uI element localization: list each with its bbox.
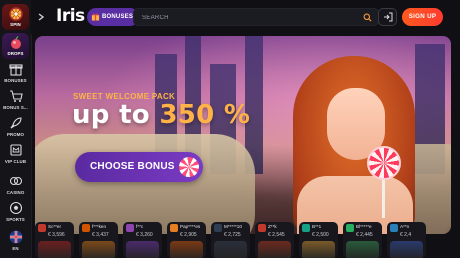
game-image bbox=[214, 241, 247, 258]
game-image bbox=[302, 241, 335, 258]
sidebar-item-label: BONUS S... bbox=[3, 105, 28, 110]
welcome-banner[interactable]: SWEET WELCOME PACK up to 350 % CHOOSE BO… bbox=[35, 36, 451, 234]
recent-winners: Sc**er € 3,596 f***ken € 3,437 f**c € 3,260 Pa… bbox=[35, 222, 460, 258]
game-image bbox=[170, 241, 203, 258]
winner-name: A**n bbox=[400, 224, 410, 229]
game-thumbnail-icon bbox=[302, 224, 310, 232]
winner-card[interactable]: Z**k € 2,545 bbox=[255, 222, 294, 258]
winner-name: Pap****es bbox=[180, 224, 201, 229]
game-image bbox=[258, 241, 291, 258]
choose-bonus-label: CHOOSE BONUS bbox=[90, 161, 175, 172]
chevron-right-icon[interactable] bbox=[36, 12, 46, 22]
game-thumbnail-icon bbox=[82, 224, 90, 232]
sidebar-item-bonus-shop[interactable]: BONUS S... bbox=[0, 89, 31, 110]
winner-name: Sc**er bbox=[48, 224, 62, 229]
winner-card[interactable]: A**n € 2,4 bbox=[387, 222, 426, 258]
winner-name: B**1 bbox=[312, 224, 322, 229]
search-input[interactable] bbox=[140, 11, 354, 25]
winner-amount: € 2,445 bbox=[356, 232, 373, 238]
sidebar-item-drops[interactable]: DROPS bbox=[0, 33, 31, 59]
winner-amount: € 2,4 bbox=[400, 232, 412, 238]
sidebar-item-label: SPIN bbox=[10, 22, 21, 27]
game-thumbnail-icon bbox=[126, 224, 134, 232]
sidebar-item-sports[interactable]: SPORTS bbox=[0, 201, 31, 222]
sidebar-item-label: BONUSES bbox=[4, 78, 27, 83]
winner-amount: € 2,545 bbox=[268, 232, 285, 238]
soccer-ball-icon bbox=[9, 201, 22, 215]
headline-value: 350 % bbox=[159, 100, 251, 130]
game-image bbox=[38, 241, 71, 258]
search-icon[interactable] bbox=[363, 13, 372, 22]
uk-flag-icon bbox=[9, 230, 22, 244]
bonuses-button[interactable]: BONUSES bbox=[87, 8, 140, 26]
winner-name: Bl*****e bbox=[356, 224, 372, 229]
crown-icon bbox=[9, 144, 22, 156]
sidebar-item-spin[interactable]: SPIN bbox=[0, 4, 31, 30]
rocket-icon bbox=[10, 117, 22, 129]
car-seat bbox=[35, 134, 255, 234]
game-thumbnail-icon bbox=[170, 224, 178, 232]
winner-amount: € 2,725 bbox=[224, 232, 241, 238]
signup-button[interactable]: SIGN UP bbox=[402, 8, 443, 26]
lollipop-stick bbox=[382, 178, 385, 218]
sidebar-item-label: SPORTS bbox=[6, 217, 25, 222]
winner-card[interactable]: Pap****es € 2,905 bbox=[167, 222, 206, 258]
choose-bonus-button[interactable]: CHOOSE BONUS bbox=[75, 152, 203, 182]
game-image bbox=[346, 241, 379, 258]
gift-icon bbox=[91, 13, 100, 21]
winner-amount: € 2,500 bbox=[312, 232, 329, 238]
winner-amount: € 3,596 bbox=[48, 232, 65, 238]
casino-chips-icon bbox=[9, 176, 22, 186]
winner-name: Z**k bbox=[268, 224, 277, 229]
header: Iris BONUSES SIGN UP bbox=[31, 0, 460, 34]
game-thumbnail-icon bbox=[258, 224, 266, 232]
cart-icon bbox=[9, 90, 23, 102]
spin-tile: SPIN bbox=[2, 4, 29, 30]
winner-card[interactable]: f***ken € 3,437 bbox=[79, 222, 118, 258]
winner-card[interactable]: M*****10 € 2,725 bbox=[211, 222, 250, 258]
spin-wheel-icon bbox=[8, 7, 23, 21]
game-image bbox=[82, 241, 115, 258]
sidebar-item-vip-club[interactable]: VIP CLUB bbox=[0, 143, 31, 164]
winner-name: f**c bbox=[136, 224, 144, 229]
search-bar[interactable] bbox=[133, 8, 379, 26]
winner-name: f***ken bbox=[92, 224, 107, 229]
game-thumbnail-icon bbox=[214, 224, 222, 232]
headline-prefix: up to bbox=[72, 100, 160, 130]
lollipop-icon bbox=[367, 146, 401, 180]
sidebar-item-casino[interactable]: CASINO bbox=[0, 174, 31, 195]
login-button[interactable] bbox=[378, 8, 397, 26]
gift-icon bbox=[8, 64, 23, 76]
winner-card[interactable]: Bl*****e € 2,445 bbox=[343, 222, 382, 258]
sidebar-item-label: PROMO bbox=[6, 132, 25, 137]
winner-amount: € 3,260 bbox=[136, 232, 153, 238]
sidebar-item-promo[interactable]: PROMO bbox=[0, 116, 31, 137]
banner-headline: up to 350 % bbox=[72, 100, 250, 130]
sidebar: SPIN DROPS BONUSES BONUS S... PROMO VIP … bbox=[0, 0, 32, 258]
game-thumbnail-icon bbox=[390, 224, 398, 232]
sidebar-item-label: EN bbox=[12, 246, 19, 251]
language-selector[interactable]: EN bbox=[0, 230, 31, 251]
sidebar-item-label: DROPS bbox=[7, 51, 24, 56]
game-image bbox=[126, 241, 159, 258]
sidebar-item-label: CASINO bbox=[6, 190, 25, 195]
winner-card[interactable]: f**c € 3,260 bbox=[123, 222, 162, 258]
game-image bbox=[390, 241, 423, 258]
candy-icon bbox=[179, 157, 199, 177]
drops-icon bbox=[10, 36, 21, 49]
winner-card[interactable]: Sc**er € 3,596 bbox=[35, 222, 74, 258]
game-thumbnail-icon bbox=[38, 224, 46, 232]
bonuses-label: BONUSES bbox=[102, 14, 134, 20]
logo[interactable]: Iris bbox=[56, 6, 85, 26]
winner-name: M*****10 bbox=[224, 224, 242, 229]
sidebar-item-label: VIP CLUB bbox=[4, 159, 27, 164]
login-icon bbox=[384, 12, 393, 22]
winner-card[interactable]: B**1 € 2,500 bbox=[299, 222, 338, 258]
sidebar-item-bonuses[interactable]: BONUSES bbox=[0, 62, 31, 83]
game-thumbnail-icon bbox=[346, 224, 354, 232]
drops-tile: DROPS bbox=[2, 33, 29, 59]
winner-amount: € 3,437 bbox=[92, 232, 109, 238]
winner-amount: € 2,905 bbox=[180, 232, 197, 238]
